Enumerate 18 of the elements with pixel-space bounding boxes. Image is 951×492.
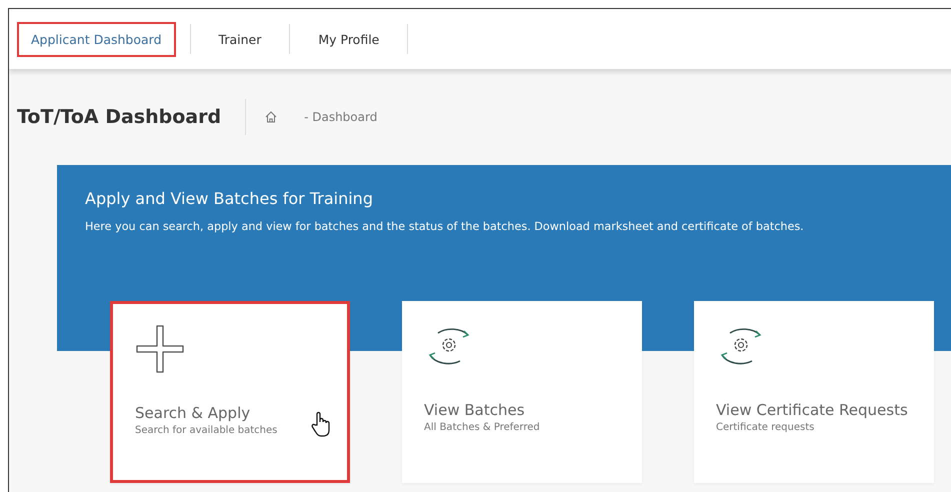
card-subtitle: Search for available batches xyxy=(135,425,278,436)
card-title: View Certificate Requests xyxy=(716,401,909,419)
dashboard-card[interactable]: View Batches All Batches & Preferred xyxy=(402,301,642,483)
banner-description: Here you can search, apply and view for batches and the status of the batches. Download marksheet and certificate of batches. xyxy=(85,220,805,233)
card-title: View Batches xyxy=(424,401,526,419)
banner-title: Apply and View Batches for Training xyxy=(85,189,374,208)
card-subtitle: Certificate requests xyxy=(716,422,816,433)
breadcrumb-item: - Dashboard xyxy=(304,110,378,124)
plus-icon xyxy=(135,324,185,374)
dashboard-card[interactable]: Search & Apply Search for available batches xyxy=(110,301,350,483)
card-title: Search & Apply xyxy=(135,404,252,422)
home-icon[interactable] xyxy=(264,110,278,124)
dashboard-card[interactable]: View Certificate Requests Certificate requests xyxy=(694,301,934,483)
nav-tab[interactable]: My Profile xyxy=(304,22,394,56)
nav-tab[interactable]: Trainer xyxy=(204,22,276,56)
nav-tab[interactable]: Applicant Dashboard xyxy=(17,22,176,56)
card-subtitle: All Batches & Preferred xyxy=(424,422,541,433)
page-title: ToT/ToA Dashboard xyxy=(17,99,246,135)
